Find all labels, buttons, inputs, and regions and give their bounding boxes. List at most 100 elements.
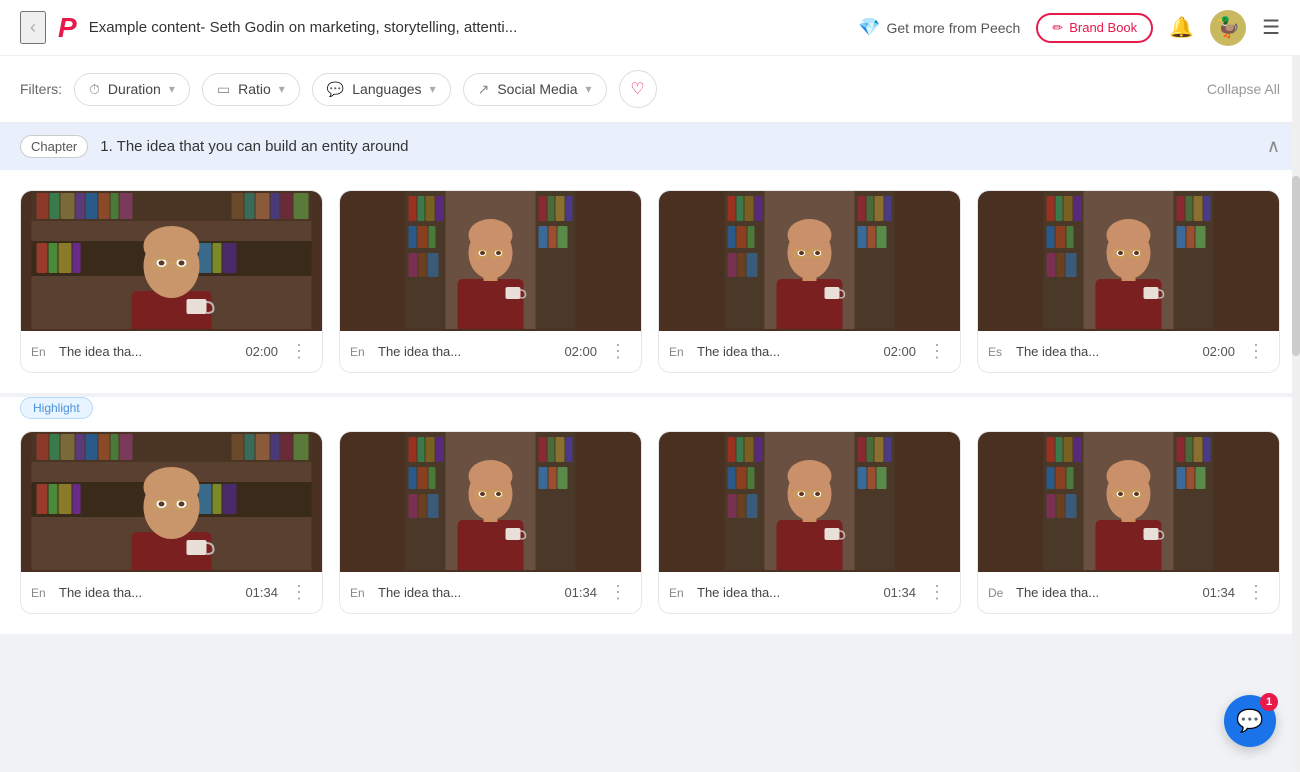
duration-filter[interactable]: ⏱ Duration ▾ bbox=[74, 73, 190, 106]
video-card[interactable]: EnThe idea tha...02:00⋮ bbox=[658, 190, 961, 373]
get-more-section: 💎 Get more from Peech bbox=[858, 17, 1020, 38]
video-info: EnThe idea tha...01:34⋮ bbox=[659, 572, 960, 613]
ratio-label: Ratio bbox=[238, 81, 271, 97]
video-title: The idea tha... bbox=[59, 585, 237, 600]
video-duration: 02:00 bbox=[1202, 344, 1235, 359]
duration-chevron-icon: ▾ bbox=[169, 82, 175, 96]
more-options-button[interactable]: ⋮ bbox=[1243, 582, 1269, 603]
languages-filter[interactable]: 💬 Languages ▾ bbox=[312, 73, 451, 106]
share-icon: ↗ bbox=[478, 81, 490, 98]
language-badge: En bbox=[669, 586, 689, 600]
video-duration: 02:00 bbox=[564, 344, 597, 359]
favorites-filter[interactable]: ♡ bbox=[619, 70, 657, 108]
header-right: 💎 Get more from Peech ✏ Brand Book 🔔 🦆 ☰ bbox=[858, 10, 1280, 46]
avatar[interactable]: 🦆 bbox=[1210, 10, 1246, 46]
language-badge: En bbox=[31, 586, 51, 600]
header: ‹ P Example content- Seth Godin on marke… bbox=[0, 0, 1300, 56]
video-thumbnail bbox=[978, 191, 1279, 331]
page-title: Example content- Seth Godin on marketing… bbox=[89, 19, 846, 36]
video-title: The idea tha... bbox=[1016, 585, 1194, 600]
video-card[interactable]: En The idea tha... 01:34 ⋮ bbox=[339, 431, 642, 614]
languages-chevron-icon: ▾ bbox=[430, 82, 436, 96]
video-card[interactable]: En The idea tha... 02:00 ⋮ bbox=[339, 190, 642, 373]
social-media-chevron-icon: ▾ bbox=[585, 82, 591, 96]
video-thumbnail bbox=[340, 191, 641, 331]
video-info: En The idea tha... 02:00 ⋮ bbox=[340, 331, 641, 372]
video-info: En The idea tha... 01:34 ⋮ bbox=[340, 572, 641, 613]
social-media-filter[interactable]: ↗ Social Media ▾ bbox=[463, 73, 607, 106]
video-thumbnail bbox=[21, 191, 322, 331]
video-card[interactable]: Es The idea tha... 02:00 ⋮ bbox=[977, 190, 1280, 373]
video-grid-row1: En The idea tha... 02:00 ⋮ bbox=[0, 170, 1300, 393]
video-duration: 01:34 bbox=[883, 585, 916, 600]
filters-label: Filters: bbox=[20, 81, 62, 97]
video-thumbnail bbox=[978, 432, 1279, 572]
menu-icon[interactable]: ☰ bbox=[1262, 15, 1280, 40]
chapter-row: Chapter 1. The idea that you can build a… bbox=[20, 135, 409, 158]
languages-label: Languages bbox=[352, 81, 421, 97]
more-options-button[interactable]: ⋮ bbox=[924, 341, 950, 362]
video-card[interactable]: EnThe idea tha...01:34⋮ bbox=[658, 431, 961, 614]
collapse-all-button[interactable]: Collapse All bbox=[1207, 81, 1280, 97]
social-media-label: Social Media bbox=[497, 81, 577, 97]
chapter-title: 1. The idea that you can build an entity… bbox=[100, 138, 408, 155]
filters-bar: Filters: ⏱ Duration ▾ ▭ Ratio ▾ 💬 Langua… bbox=[0, 56, 1300, 123]
video-title: The idea tha... bbox=[378, 344, 556, 359]
video-duration: 01:34 bbox=[1202, 585, 1235, 600]
more-options-button[interactable]: ⋮ bbox=[1243, 341, 1269, 362]
video-title: The idea tha... bbox=[378, 585, 556, 600]
more-options-button[interactable]: ⋮ bbox=[286, 582, 312, 603]
more-options-button[interactable]: ⋮ bbox=[605, 582, 631, 603]
language-badge: En bbox=[31, 345, 51, 359]
video-info: En The idea tha... 01:34 ⋮ bbox=[21, 572, 322, 613]
chapter-tag: Chapter bbox=[20, 135, 88, 158]
highlight-section: Highlight bbox=[0, 397, 1300, 419]
language-badge: En bbox=[669, 345, 689, 359]
heart-icon: ♡ bbox=[630, 79, 644, 99]
video-duration: 01:34 bbox=[245, 585, 278, 600]
video-card[interactable]: De The idea tha... 01:34 ⋮ bbox=[977, 431, 1280, 614]
logo: P bbox=[58, 12, 77, 44]
diamond-icon: 💎 bbox=[858, 17, 880, 38]
duration-label: Duration bbox=[108, 81, 161, 97]
video-thumbnail bbox=[659, 432, 960, 572]
language-badge: En bbox=[350, 586, 370, 600]
notification-bell-icon[interactable]: 🔔 bbox=[1169, 15, 1194, 40]
video-thumbnail bbox=[21, 432, 322, 572]
main-content: Chapter 1. The idea that you can build a… bbox=[0, 123, 1300, 772]
ratio-chevron-icon: ▾ bbox=[279, 82, 285, 96]
language-badge: En bbox=[350, 345, 370, 359]
scrollbar-track[interactable] bbox=[1292, 56, 1300, 771]
chat-icon: 💬 bbox=[327, 81, 344, 98]
chat-icon: 💬 bbox=[1236, 708, 1263, 734]
more-options-button[interactable]: ⋮ bbox=[605, 341, 631, 362]
brand-book-label: Brand Book bbox=[1069, 20, 1137, 35]
language-badge: De bbox=[988, 586, 1008, 600]
chat-badge: 1 bbox=[1260, 693, 1278, 711]
more-options-button[interactable]: ⋮ bbox=[286, 341, 312, 362]
video-duration: 01:34 bbox=[564, 585, 597, 600]
scrollbar-thumb[interactable] bbox=[1292, 176, 1300, 356]
highlight-tag: Highlight bbox=[20, 397, 93, 419]
ratio-filter[interactable]: ▭ Ratio ▾ bbox=[202, 73, 300, 106]
chat-button[interactable]: 💬 1 bbox=[1224, 695, 1276, 747]
video-info: Es The idea tha... 02:00 ⋮ bbox=[978, 331, 1279, 372]
ratio-icon: ▭ bbox=[217, 81, 230, 98]
get-more-label: Get more from Peech bbox=[886, 20, 1020, 36]
video-duration: 02:00 bbox=[883, 344, 916, 359]
more-options-button[interactable]: ⋮ bbox=[924, 582, 950, 603]
video-info: EnThe idea tha...02:00⋮ bbox=[659, 331, 960, 372]
language-badge: Es bbox=[988, 345, 1008, 359]
video-title: The idea tha... bbox=[59, 344, 237, 359]
video-card[interactable]: En The idea tha... 01:34 ⋮ bbox=[20, 431, 323, 614]
video-info: De The idea tha... 01:34 ⋮ bbox=[978, 572, 1279, 613]
clock-icon: ⏱ bbox=[89, 81, 100, 98]
back-button[interactable]: ‹ bbox=[20, 11, 46, 44]
brand-book-button[interactable]: ✏ Brand Book bbox=[1036, 13, 1153, 43]
video-title: The idea tha... bbox=[1016, 344, 1194, 359]
video-info: EnThe idea tha...02:00⋮ bbox=[21, 331, 322, 372]
avatar-image: 🦆 bbox=[1216, 15, 1241, 40]
video-card[interactable]: EnThe idea tha...02:00⋮ bbox=[20, 190, 323, 373]
chapter-collapse-button[interactable]: ∧ bbox=[1267, 136, 1280, 157]
video-thumbnail bbox=[659, 191, 960, 331]
